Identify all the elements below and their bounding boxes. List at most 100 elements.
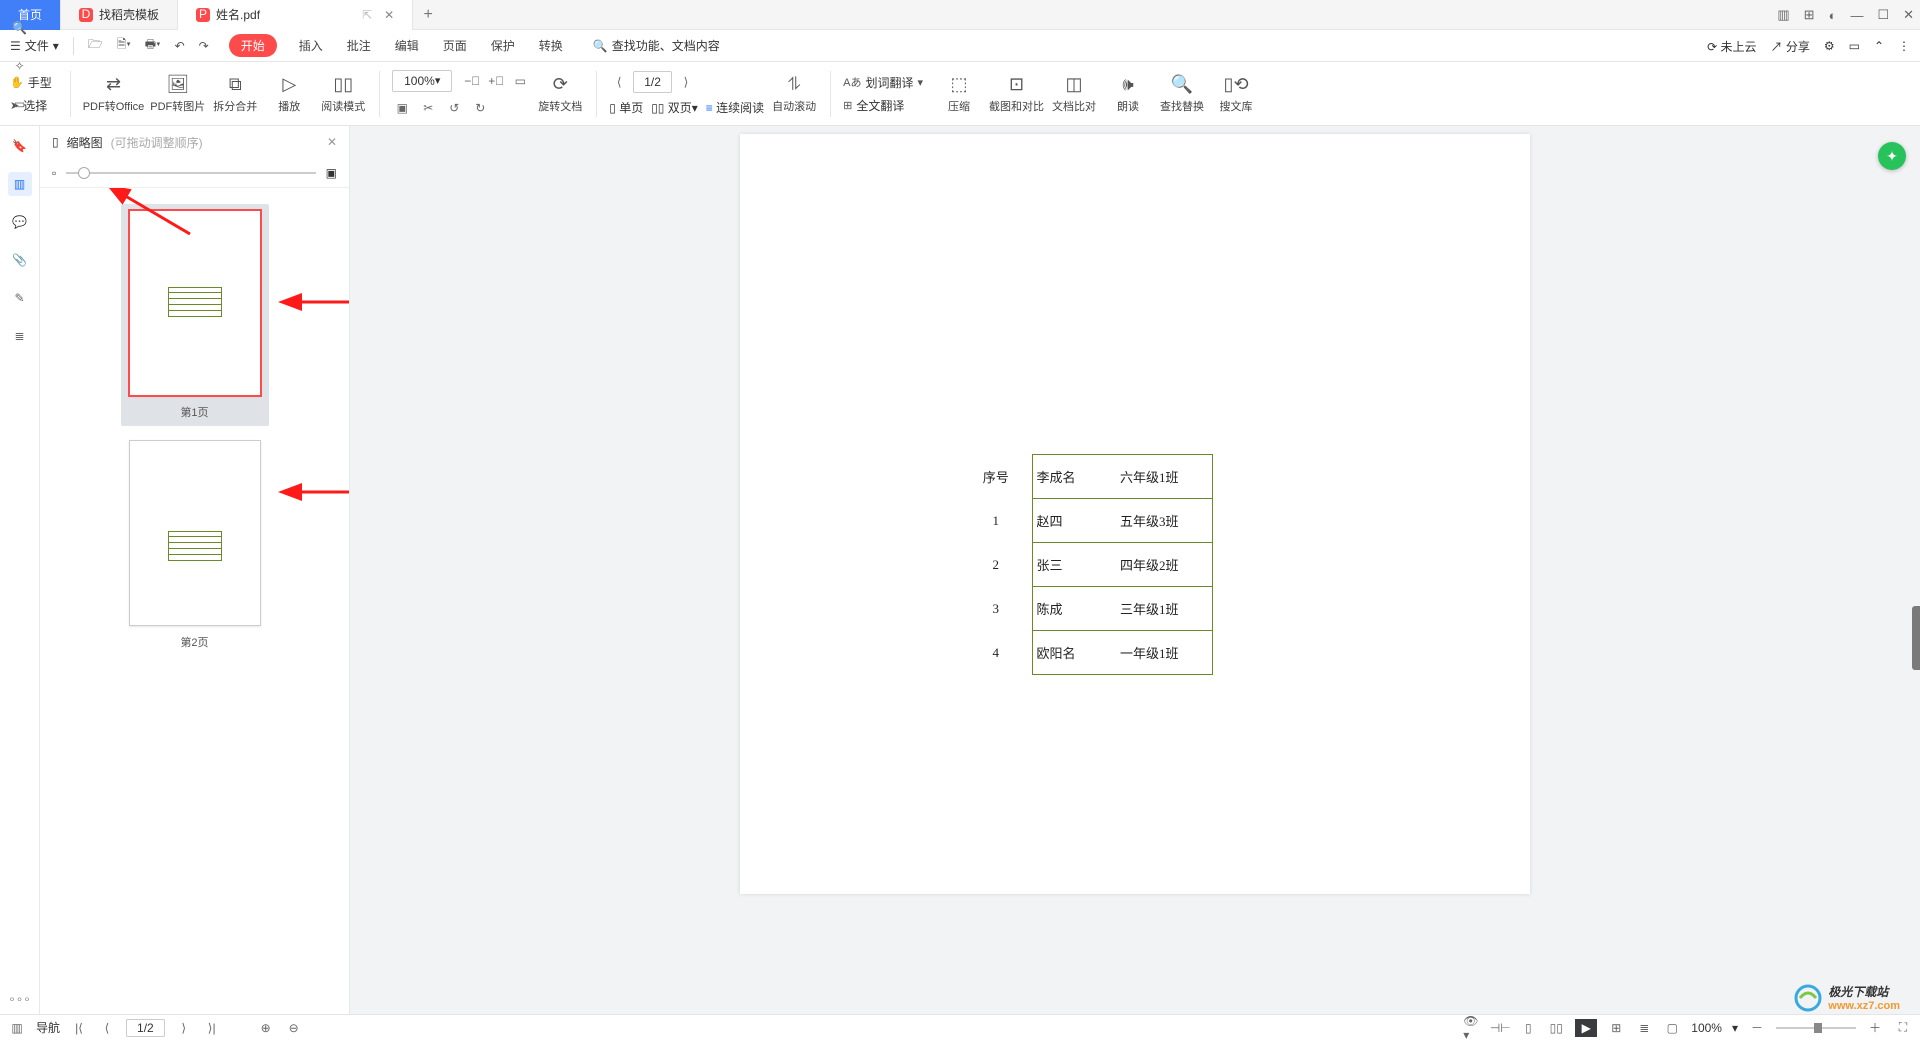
zoom-out-icon[interactable]: −⃝: [462, 71, 482, 91]
remove-page-icon[interactable]: ⊖: [285, 1019, 303, 1037]
collapse-ribbon-icon[interactable]: ⌃: [1874, 39, 1884, 53]
right-drawer-handle[interactable]: [1912, 606, 1920, 670]
prev-page-icon[interactable]: ⟨: [609, 72, 629, 92]
view-presentation-icon[interactable]: ▶: [1575, 1019, 1597, 1037]
tab-page[interactable]: 页面: [441, 33, 469, 58]
eye-icon[interactable]: 👁▾: [1463, 1019, 1481, 1037]
grid-icon[interactable]: ⊞: [1804, 7, 1815, 23]
tab-templates[interactable]: D 找稻壳模板: [61, 0, 178, 30]
comment-icon[interactable]: 💬: [8, 210, 32, 234]
tab-pin-icon[interactable]: ⇱: [362, 8, 372, 22]
zoom-slider[interactable]: [1776, 1027, 1856, 1029]
signature-icon[interactable]: ✎: [8, 286, 32, 310]
gear-icon[interactable]: ⚙: [1824, 39, 1835, 53]
more-rail-icon[interactable]: ∘∘∘: [8, 992, 31, 1006]
zoom-readout[interactable]: 100%: [1691, 1021, 1722, 1035]
slider-knob[interactable]: [78, 167, 90, 179]
screenshot-compare[interactable]: ⊡截图和对比: [989, 64, 1044, 124]
search-side-icon[interactable]: 🔍: [8, 16, 32, 40]
close-pane-icon[interactable]: ✕: [327, 135, 337, 149]
compress[interactable]: ⬚压缩: [935, 64, 983, 124]
thumbnail-page-1[interactable]: 第1页: [121, 204, 269, 426]
maximize-icon[interactable]: ☐: [1877, 7, 1889, 23]
zoom-in-icon[interactable]: +⃝: [486, 71, 506, 91]
zoom-combo[interactable]: 100% ▾: [392, 70, 452, 92]
thumbnails-icon[interactable]: ▥: [8, 172, 32, 196]
prev-page-status-icon[interactable]: ⟨: [98, 1019, 116, 1037]
first-page-icon[interactable]: |⟨: [70, 1019, 88, 1037]
layers-icon[interactable]: ≣: [8, 324, 32, 348]
single-page[interactable]: ▯ 单页: [609, 99, 643, 116]
zoom-out-status-icon[interactable]: －: [1748, 1019, 1766, 1037]
zoom-in-status-icon[interactable]: ＋: [1866, 1019, 1884, 1037]
nav-label[interactable]: 导航: [36, 1019, 60, 1036]
full-translate[interactable]: ⊞ 全文翻译: [843, 97, 923, 114]
more-icon[interactable]: ⋮: [1898, 39, 1910, 53]
layout-icon[interactable]: ▥: [1777, 7, 1789, 23]
rotate-doc[interactable]: ⟳旋转文档: [536, 64, 584, 124]
save-icon[interactable]: 🗎▾: [117, 35, 131, 56]
tab-insert[interactable]: 插入: [297, 33, 325, 58]
marquee-icon[interactable]: ▣: [392, 98, 412, 118]
tab-protect[interactable]: 保护: [489, 33, 517, 58]
fit-page-icon[interactable]: ▢: [1663, 1019, 1681, 1037]
continuous-read[interactable]: ≡ 连续阅读: [706, 99, 764, 116]
pdf-to-office[interactable]: ⇄PDF转Office: [83, 64, 145, 124]
fullscreen-icon[interactable]: ⛶: [1894, 1019, 1912, 1037]
view-scroll-icon[interactable]: ≣: [1635, 1019, 1653, 1037]
attachment-icon[interactable]: 📎: [8, 248, 32, 272]
slider-track[interactable]: [66, 172, 315, 174]
shapes-icon[interactable]: ✧: [8, 54, 32, 78]
chat-icon[interactable]: ▭: [1849, 39, 1860, 53]
open-icon[interactable]: 🗁: [88, 35, 103, 56]
next-page-status-icon[interactable]: ⟩: [175, 1019, 193, 1037]
doc-compare[interactable]: ◫文档比对: [1050, 64, 1098, 124]
find-replace[interactable]: 🔍查找替换: [1158, 64, 1206, 124]
rotate-left-icon[interactable]: ↺: [444, 98, 464, 118]
next-page-icon[interactable]: ⟩: [676, 72, 696, 92]
tab-annotate[interactable]: 批注: [345, 33, 373, 58]
tab-edit[interactable]: 编辑: [393, 33, 421, 58]
cloud-status[interactable]: ⟳ 未上云: [1707, 38, 1756, 55]
crop-icon[interactable]: ✂: [418, 98, 438, 118]
close-icon[interactable]: ✕: [384, 8, 394, 22]
tts[interactable]: 🕪朗读: [1104, 64, 1152, 124]
play-button[interactable]: ▷播放: [265, 64, 313, 124]
skin-icon[interactable]: ◐: [1829, 8, 1837, 23]
bookmark-icon[interactable]: 🔖: [8, 134, 32, 158]
print-icon[interactable]: 🖶▾: [145, 35, 161, 56]
tab-document[interactable]: P 姓名.pdf ⇱ ✕: [178, 0, 413, 30]
fit-width-icon[interactable]: ▭: [510, 71, 530, 91]
tab-convert[interactable]: 转换: [537, 33, 565, 58]
share-button[interactable]: ↗ 分享: [1770, 38, 1809, 55]
thumbnail-page-2[interactable]: 第2页: [121, 440, 269, 650]
undo-icon[interactable]: ↶: [175, 39, 185, 53]
view-single-icon[interactable]: ▯: [1519, 1019, 1537, 1037]
add-page-icon[interactable]: ⊕: [257, 1019, 275, 1037]
assistant-badge[interactable]: ✦: [1878, 142, 1906, 170]
pdf-to-image[interactable]: 🖼PDF转图片: [150, 64, 205, 124]
dual-page[interactable]: ▯▯ 双页▾: [651, 99, 698, 116]
note-side-icon[interactable]: ▭: [8, 92, 32, 116]
search-library[interactable]: ▯⟲搜文库: [1212, 64, 1260, 124]
split-merge[interactable]: ⧉拆分合并: [211, 64, 259, 124]
reading-mode[interactable]: ▯▯阅读模式: [319, 64, 367, 124]
redo-icon[interactable]: ↷: [199, 39, 209, 53]
tab-start[interactable]: 开始: [229, 34, 277, 57]
last-page-icon[interactable]: ⟩|: [203, 1019, 221, 1037]
thumbnail-size-slider[interactable]: ▫ ▣: [40, 158, 349, 188]
word-translate[interactable]: Aあ 划词翻译▾: [843, 74, 923, 91]
search-box[interactable]: 🔍 查找功能、文档内容: [593, 37, 720, 54]
view-dual-icon[interactable]: ▯▯: [1547, 1019, 1565, 1037]
close-window-icon[interactable]: ✕: [1903, 7, 1914, 23]
view-grid-icon[interactable]: ⊞: [1607, 1019, 1625, 1037]
nav-toggle-icon[interactable]: ▥: [8, 1019, 26, 1037]
rotate-right-icon[interactable]: ↻: [470, 98, 490, 118]
minimize-icon[interactable]: —: [1850, 8, 1863, 23]
page-box[interactable]: 1/2: [126, 1019, 165, 1037]
auto-scroll[interactable]: ⥮自动滚动: [770, 64, 818, 124]
fit-icon[interactable]: ⊣⊢: [1491, 1019, 1509, 1037]
page-indicator[interactable]: 1/2: [633, 71, 672, 93]
zoom-dropdown-icon[interactable]: ▾: [1732, 1021, 1738, 1035]
new-tab-button[interactable]: +: [413, 6, 443, 24]
